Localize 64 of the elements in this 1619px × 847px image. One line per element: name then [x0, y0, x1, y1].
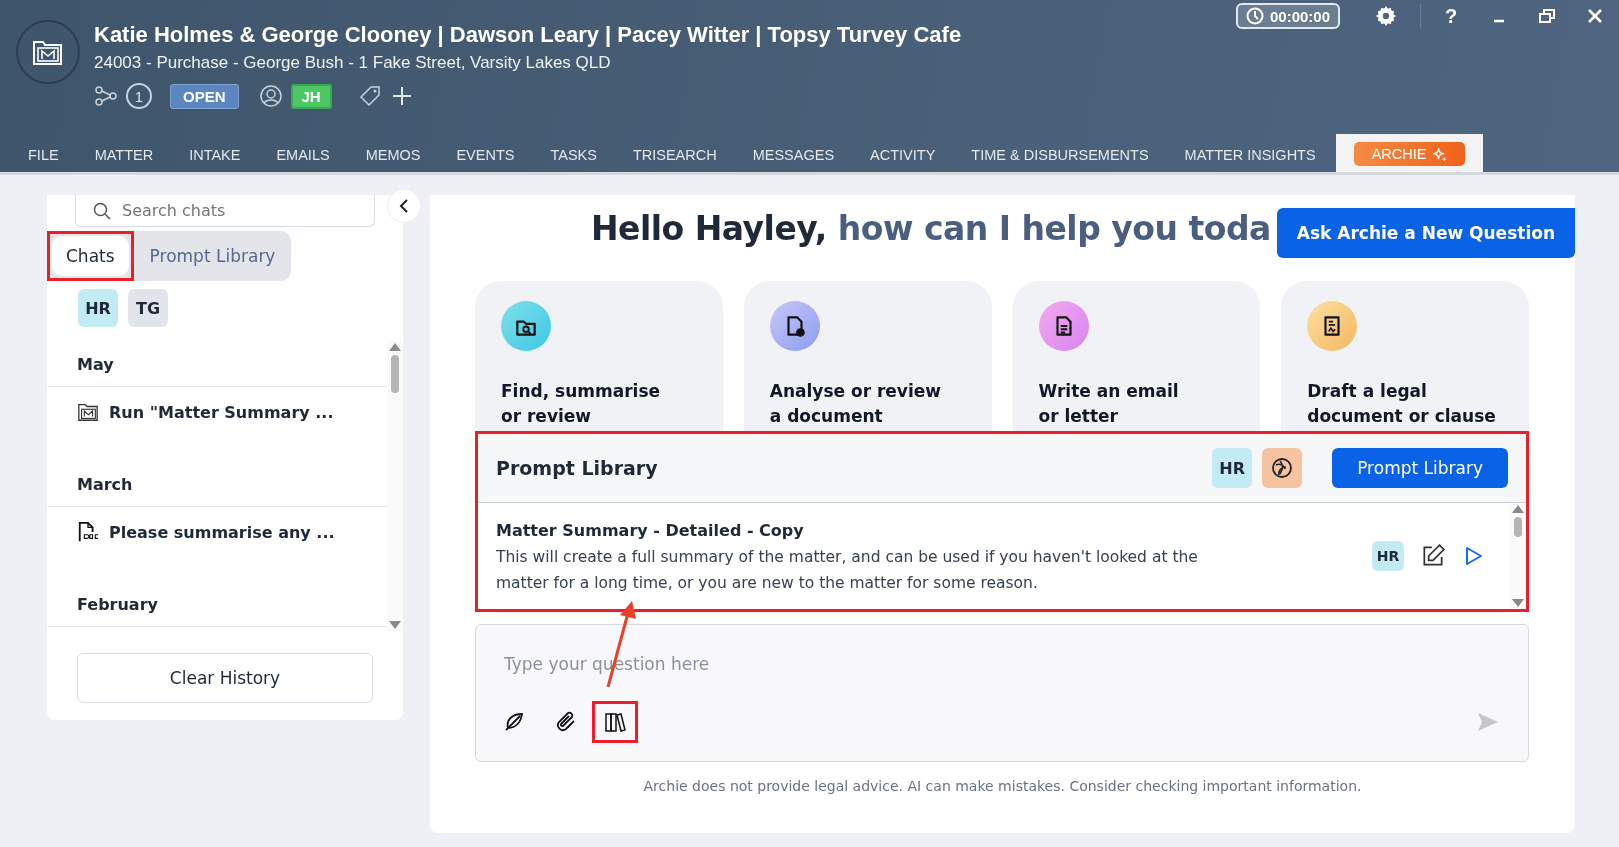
tag-icon: [357, 84, 382, 108]
action-card[interactable]: Analyse or review a document: [743, 281, 992, 431]
nav-tab[interactable]: ACTIVITY: [852, 147, 954, 172]
user-avatar[interactable]: TG: [128, 289, 168, 327]
matter-logo-icon: [16, 20, 80, 84]
nav-tab[interactable]: TIME & DISBURSEMENTS: [953, 147, 1167, 172]
user-avatar[interactable]: HR: [78, 289, 118, 327]
edit-icon[interactable]: [1420, 543, 1446, 569]
find-document-icon: [501, 301, 551, 351]
clear-history-button[interactable]: Clear History: [77, 653, 373, 703]
matter-folder-icon: [77, 401, 99, 423]
owner-badge[interactable]: HR: [1212, 448, 1253, 488]
chat-item[interactable]: Please summarise any ...: [47, 507, 387, 581]
nav-tab[interactable]: MATTER: [76, 147, 172, 172]
attach-icon[interactable]: [554, 710, 578, 734]
chevron-left-icon: [398, 198, 410, 214]
scroll-up-icon[interactable]: [389, 343, 401, 351]
scrollbar[interactable]: [387, 341, 403, 631]
draft-document-icon: [1307, 301, 1358, 351]
scroll-thumb[interactable]: [1514, 517, 1522, 537]
sparkle-icon: [1432, 146, 1448, 162]
prompt-title: Matter Summary - Detailed - Copy: [496, 521, 805, 540]
related-count: 1: [126, 83, 152, 109]
collapse-button[interactable]: [387, 189, 421, 223]
greeting-heading: Hello Hayley, how can I help you toda: [590, 208, 1271, 248]
nav-tab[interactable]: TASKS: [532, 147, 615, 172]
sidebar-tab[interactable]: Prompt Library: [133, 231, 292, 281]
action-card[interactable]: Write an email or letter: [1012, 281, 1261, 431]
scroll-thumb[interactable]: [391, 355, 399, 393]
status-badge: OPEN: [170, 83, 239, 109]
nav-tab[interactable]: EMAILS: [258, 147, 348, 172]
nav-tab[interactable]: FILE: [10, 147, 77, 172]
help-button[interactable]: ?: [1427, 2, 1475, 30]
nav-tab[interactable]: MEMOS: [347, 147, 439, 172]
analyse-document-icon: [769, 301, 820, 351]
nav-tab[interactable]: INTAKE: [171, 147, 259, 172]
owner-badge[interactable]: HR: [1372, 541, 1404, 571]
person-icon: [258, 84, 283, 108]
scroll-down-icon[interactable]: [389, 621, 401, 629]
action-card[interactable]: Draft a legal document or clause: [1281, 281, 1529, 431]
nav-tab[interactable]: EVENTS: [438, 147, 533, 172]
disclaimer: Archie does not provide legal advice. AI can make mistakes. Consider checking important information.: [642, 778, 1363, 794]
nav-tab[interactable]: MESSAGES: [734, 147, 853, 172]
prompt-library-button[interactable]: Prompt Library: [1332, 448, 1508, 488]
chat-item[interactable]: Run "Matter Summary ...: [47, 387, 387, 461]
search-field[interactable]: Search chats: [75, 195, 375, 227]
clock-icon: [1245, 7, 1264, 25]
books-icon[interactable]: [603, 710, 627, 734]
window-title: Katie Holmes & George Clooney | Dawson Leary | Pacey Witter | Topsy Turvey Cafe: [94, 22, 962, 48]
sidebar-tab[interactable]: Chats: [52, 236, 129, 276]
write-document-icon: [1038, 301, 1089, 351]
scroll-up-icon[interactable]: [1512, 505, 1524, 513]
nav-tab[interactable]: MATTER INSIGHTS: [1166, 147, 1334, 172]
related-matters-icon: [94, 84, 118, 108]
nav-tab[interactable]: TRISEARCH: [614, 147, 735, 172]
prompt-description: This will create a full summary of the matter, and can be used if you haven't looked at the matter for a long time, or you are new to the matter for some reason.: [496, 547, 1199, 594]
doc-file-icon: [77, 521, 99, 543]
timer[interactable]: 00:00:00: [1235, 3, 1340, 29]
matter-subtitle: 24003 - Purchase - George Bush - 1 Fake Street, Varsity Lakes QLD: [94, 53, 612, 73]
new-question-button[interactable]: Ask Archie a New Question: [1276, 208, 1575, 258]
scrollbar[interactable]: [1510, 503, 1526, 609]
panel-title: Prompt Library: [496, 457, 659, 479]
scroll-down-icon[interactable]: [1512, 599, 1524, 607]
action-card[interactable]: Find, summarise or review: [475, 281, 723, 431]
